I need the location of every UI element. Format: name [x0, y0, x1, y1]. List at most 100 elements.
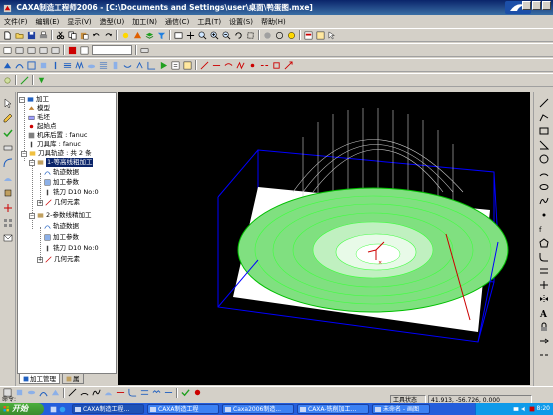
formula-curve-icon[interactable]: f	[539, 224, 549, 234]
menu-file[interactable]: 文件(F)	[4, 17, 28, 27]
break-tool-icon[interactable]	[539, 350, 549, 360]
browser-icon[interactable]	[59, 406, 66, 413]
check-icon[interactable]	[37, 76, 46, 85]
color-red-icon[interactable]	[68, 46, 77, 55]
pocket-icon[interactable]	[39, 61, 48, 70]
cut-surface-icon[interactable]	[116, 388, 125, 397]
snap-icon[interactable]	[3, 76, 12, 85]
taskbar-item[interactable]: CAXA-铣削加工...	[297, 404, 369, 414]
menu-communication[interactable]: 通信(C)	[165, 17, 189, 27]
menu-settings[interactable]: 设置(S)	[229, 17, 253, 27]
polygon-tool-icon[interactable]	[538, 238, 549, 248]
path-trim-icon[interactable]	[212, 61, 221, 70]
new-file-icon[interactable]	[3, 31, 12, 40]
drill-icon[interactable]	[51, 61, 60, 70]
green-check-icon[interactable]	[181, 388, 190, 397]
tab-properties[interactable]: 属	[62, 374, 84, 384]
redo-icon[interactable]	[104, 31, 113, 40]
layer-manager-icon[interactable]	[304, 31, 313, 40]
projection-icon[interactable]	[87, 61, 96, 70]
extrude-icon[interactable]	[15, 388, 24, 397]
taskbar-item[interactable]: CAXA制造工程...	[72, 404, 144, 414]
maximize-button[interactable]	[532, 1, 541, 10]
lock-tool-icon[interactable]	[539, 322, 549, 332]
wireframe-icon[interactable]	[275, 31, 284, 40]
offset-surface-icon[interactable]	[140, 388, 149, 397]
show-desktop-icon[interactable]	[50, 406, 57, 413]
taskbar-item[interactable]: 未命名 - 画图	[372, 404, 430, 414]
layer-visible-icon[interactable]	[80, 46, 89, 55]
hidden-line-icon[interactable]	[287, 31, 296, 40]
zoom-window-icon[interactable]	[198, 31, 207, 40]
move-icon[interactable]	[39, 46, 48, 55]
filter-icon[interactable]	[157, 31, 166, 40]
sketch-icon[interactable]	[20, 76, 29, 85]
tree-item-blank[interactable]: 毛坯	[28, 113, 50, 122]
light-icon[interactable]	[121, 31, 130, 40]
tree-item-toolpath-1[interactable]: − 1-等高线粗加工	[29, 158, 94, 167]
menu-edit[interactable]: 编辑(E)	[36, 17, 60, 27]
tree-item-geometry-2[interactable]: + 几何元素	[37, 255, 80, 264]
help-cursor-icon[interactable]	[328, 30, 337, 40]
curve-tool-icon[interactable]	[3, 158, 13, 168]
color-icon[interactable]	[133, 31, 142, 40]
extend-tool-icon[interactable]	[539, 336, 549, 346]
mirror-tool-icon[interactable]	[539, 294, 549, 304]
taskbar-item[interactable]: CAXA制造工程	[147, 404, 219, 414]
properties-bar-icon[interactable]	[140, 46, 149, 55]
process-sheet-icon[interactable]	[183, 61, 192, 70]
stitch-surface-icon[interactable]	[152, 388, 161, 397]
simulate-icon[interactable]	[159, 61, 168, 70]
finishing-icon[interactable]	[15, 61, 24, 70]
gcode-icon[interactable]	[171, 61, 180, 70]
expand-icon[interactable]: +	[37, 199, 43, 206]
path-clip-icon[interactable]	[272, 61, 281, 70]
start-button[interactable]: 开始	[0, 403, 44, 415]
loft-icon[interactable]	[51, 388, 60, 397]
tree-item-machining[interactable]: − 加工	[19, 95, 49, 104]
mirror-icon[interactable]	[51, 46, 60, 55]
select-pointer-icon[interactable]	[3, 98, 13, 108]
zoom-out-icon[interactable]	[222, 31, 231, 40]
tree-item-params-1[interactable]: 加工参数	[44, 178, 79, 187]
path-point-icon[interactable]	[248, 61, 257, 70]
window-icon[interactable]	[174, 31, 183, 40]
fit-view-icon[interactable]	[246, 31, 255, 40]
circle-tool-icon[interactable]	[539, 154, 549, 164]
menu-view[interactable]: 显示(V)	[67, 17, 91, 27]
pan-icon[interactable]	[186, 31, 195, 40]
copy-icon[interactable]	[68, 31, 77, 40]
spline-draw-icon[interactable]	[92, 388, 101, 397]
print-icon[interactable]	[39, 31, 48, 40]
pencil-icon[interactable]	[3, 113, 13, 123]
tree-item-toolpaths[interactable]: − 刀具轨迹 : 共 2 条	[21, 149, 92, 158]
tree-item-cutter-2[interactable]: 铣刀 D10 No:0	[44, 244, 99, 253]
tree-item-start-point[interactable]: 起始点	[28, 122, 57, 131]
tab-machining-manager[interactable]: 加工管理	[19, 374, 60, 384]
arc-draw-icon[interactable]	[80, 388, 89, 397]
tree-item-cutter-1[interactable]: 铣刀 D10 No:0	[44, 188, 99, 197]
measure-icon[interactable]	[3, 143, 13, 153]
fillet-tool-icon[interactable]	[539, 252, 549, 262]
text-tool-icon[interactable]: A	[539, 308, 549, 318]
red-mark-icon[interactable]	[193, 388, 202, 397]
check-tool-icon[interactable]	[2, 128, 13, 138]
parameter-line-icon[interactable]	[75, 60, 84, 70]
envelope-tool-icon[interactable]	[3, 233, 13, 243]
scan-icon[interactable]	[99, 61, 108, 70]
menu-tools[interactable]: 工具(T)	[197, 17, 221, 27]
line-draw-icon[interactable]	[68, 388, 77, 397]
tree-item-model[interactable]: 模型	[28, 104, 50, 113]
revolve-icon[interactable]	[27, 388, 36, 397]
tree-item-toolpath-2[interactable]: − 2-参数线精加工	[29, 211, 91, 220]
offset-tool-icon[interactable]	[539, 266, 549, 276]
collapse-icon[interactable]: −	[21, 150, 27, 157]
collapse-icon[interactable]: −	[29, 159, 35, 166]
volume-icon[interactable]	[521, 406, 527, 412]
rect-tool-icon[interactable]	[539, 126, 549, 136]
collapse-icon[interactable]: −	[19, 96, 25, 103]
save-icon[interactable]	[27, 31, 36, 40]
shade-icon[interactable]	[263, 31, 272, 40]
menu-help[interactable]: 帮助(H)	[261, 17, 286, 27]
network-icon[interactable]	[513, 406, 519, 412]
